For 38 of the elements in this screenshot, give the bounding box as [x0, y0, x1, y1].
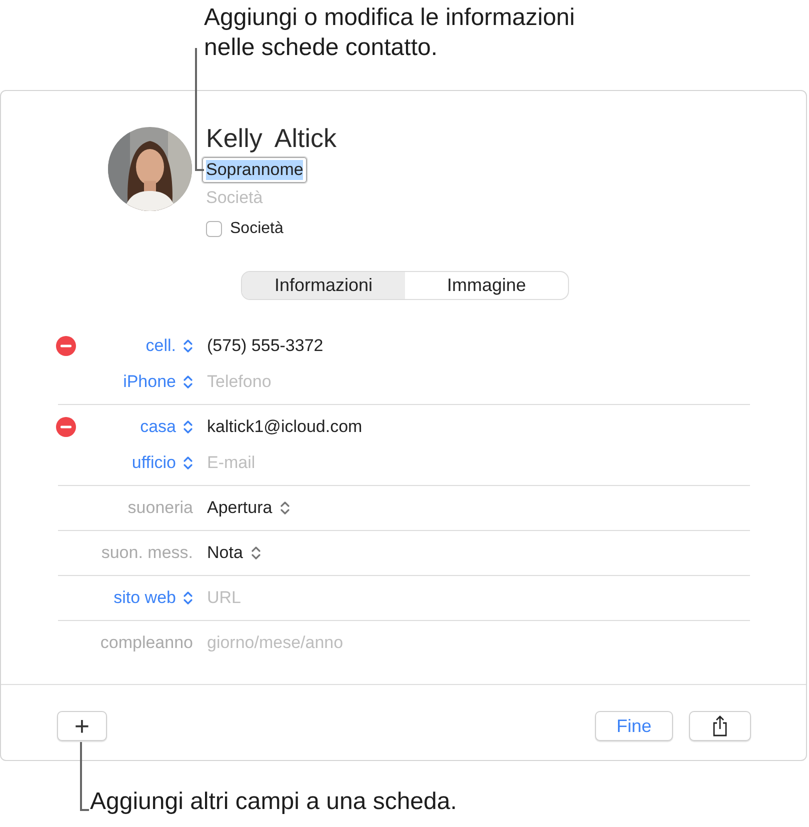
share-icon [712, 715, 728, 737]
field-value[interactable]: kaltick1@icloud.com [207, 417, 362, 437]
checkbox-label: Società [230, 220, 284, 238]
callout-text: Aggiungi altri campi a una scheda. [90, 787, 457, 817]
add-button[interactable]: + [57, 711, 107, 741]
stepper-icon [183, 338, 193, 354]
callout-text: Aggiungi o modifica le informazioni nelle schede contatto. [204, 3, 575, 63]
last-name[interactable]: Altick [274, 124, 336, 152]
stepper-icon [183, 419, 193, 435]
stepper-icon [183, 590, 193, 606]
field-label: suon. mess. [101, 543, 193, 563]
tab[interactable]: Immagine [405, 272, 568, 299]
field-label: compleanno [100, 633, 193, 653]
popup-menu[interactable]: Apertura [207, 498, 290, 518]
field-placeholder[interactable]: giorno/mese/anno [207, 633, 344, 653]
field-label[interactable]: iPhone [123, 372, 193, 392]
field-placeholder[interactable]: Telefono [207, 372, 272, 392]
field-value[interactable]: (575) 555-3372 [207, 336, 324, 356]
field-placeholder[interactable]: E-mail [207, 453, 256, 473]
tab[interactable]: Informazioni [242, 272, 405, 299]
popup-menu[interactable]: Nota [207, 543, 261, 563]
stepper-icon [183, 374, 193, 390]
leader-line [80, 742, 90, 812]
field-label[interactable]: casa [140, 417, 193, 437]
company-field[interactable]: Società [206, 187, 263, 209]
field-label: suoneria [128, 498, 193, 518]
stepper-icon [183, 455, 193, 471]
field-label[interactable]: cell. [146, 336, 193, 356]
stepper-icon [250, 545, 261, 561]
share-button[interactable] [689, 711, 751, 741]
checkbox[interactable] [206, 221, 222, 237]
field-placeholder[interactable]: URL [207, 588, 242, 608]
nickname-field[interactable]: Soprannome [202, 157, 308, 183]
done-button[interactable]: Fine [595, 711, 673, 741]
first-name[interactable]: Kelly [206, 124, 262, 152]
stepper-icon [280, 500, 290, 516]
field-label[interactable]: ufficio [132, 453, 193, 473]
field-label[interactable]: sito web [114, 588, 193, 608]
